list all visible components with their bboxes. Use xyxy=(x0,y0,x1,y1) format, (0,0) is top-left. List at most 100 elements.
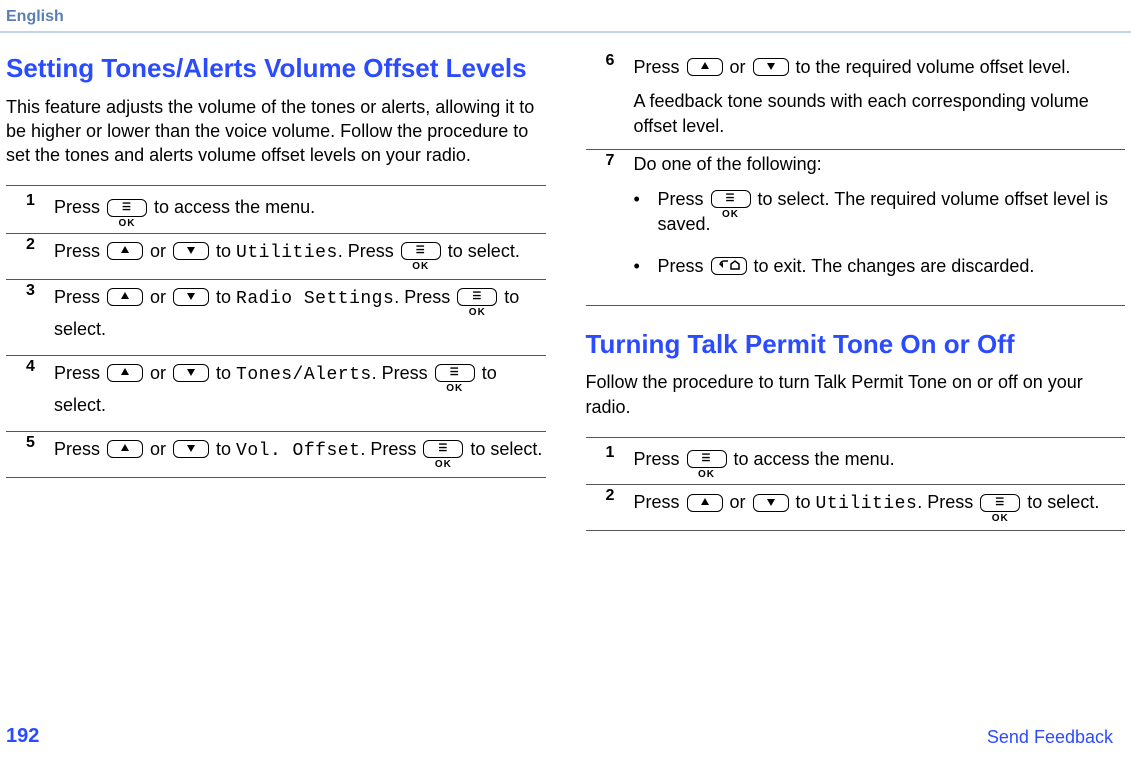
step-number: 4 xyxy=(26,358,54,421)
menu-ok-icon xyxy=(423,440,463,458)
text: Press xyxy=(634,492,685,512)
menu-ok-icon xyxy=(980,494,1020,512)
step-content: Press or to Vol. Offset. Press to select… xyxy=(54,434,546,467)
right-column: 6 Press or to the required volume offset… xyxy=(586,52,1126,531)
text: to xyxy=(211,241,236,261)
arrow-down-icon xyxy=(753,494,789,512)
text: to select. xyxy=(1022,492,1099,512)
step-7: 7 Do one of the following: Press to sele… xyxy=(586,150,1126,306)
back-home-icon xyxy=(711,257,747,275)
step-number: 1 xyxy=(26,192,54,223)
section1-steps-cont: 6 Press or to the required volume offset… xyxy=(586,52,1126,306)
text: to xyxy=(791,492,816,512)
section1-title: Setting Tones/Alerts Volume Offset Level… xyxy=(6,52,546,85)
section1-intro: This feature adjusts the volume of the t… xyxy=(6,95,546,168)
text: or xyxy=(145,241,171,261)
text: Do one of the following: xyxy=(634,154,822,174)
arrow-down-icon xyxy=(173,242,209,260)
text: to access the menu. xyxy=(729,449,895,469)
menu-ok-icon xyxy=(457,288,497,306)
text: to select. xyxy=(443,241,520,261)
step-content: Press or to Radio Settings. Press to sel… xyxy=(54,282,546,345)
arrow-down-icon xyxy=(173,364,209,382)
text: . Press xyxy=(338,241,399,261)
arrow-down-icon xyxy=(173,440,209,458)
step-number: 2 xyxy=(606,487,634,520)
arrow-down-icon xyxy=(753,58,789,76)
step-content: Press or to the required volume offset l… xyxy=(634,52,1126,139)
arrow-up-icon xyxy=(107,242,143,260)
step-number: 3 xyxy=(26,282,54,345)
text: Press xyxy=(634,57,685,77)
step-number: 5 xyxy=(26,434,54,467)
step-1: 1 Press to access the menu. xyxy=(586,437,1126,486)
text: Press xyxy=(54,439,105,459)
step-3: 3 Press or to Radio Settings. Press to s… xyxy=(6,280,546,356)
menu-label: Vol. Offset xyxy=(236,441,360,461)
step-content: Press to access the menu. xyxy=(634,444,1126,475)
page-number: 192 xyxy=(6,725,39,748)
bullet-item: Press to select. The required volume off… xyxy=(634,187,1126,237)
text: or xyxy=(725,492,751,512)
send-feedback-link[interactable]: Send Feedback xyxy=(987,727,1113,748)
step-2: 2 Press or to Utilities. Press to select… xyxy=(6,234,546,280)
text: to xyxy=(211,287,236,307)
section2-title: Turning Talk Permit Tone On or Off xyxy=(586,328,1126,361)
step-content: Press or to Tones/Alerts. Press to selec… xyxy=(54,358,546,421)
text: Press xyxy=(54,241,105,261)
step-number: 6 xyxy=(606,52,634,139)
text: or xyxy=(145,363,171,383)
content-columns: Setting Tones/Alerts Volume Offset Level… xyxy=(6,52,1125,531)
section1-steps: 1 Press to access the menu. 2 Press or t… xyxy=(6,185,546,477)
step-4: 4 Press or to Tones/Alerts. Press to sel… xyxy=(6,356,546,432)
arrow-down-icon xyxy=(173,288,209,306)
menu-ok-icon xyxy=(401,242,441,260)
section2-intro: Follow the procedure to turn Talk Permit… xyxy=(586,370,1126,419)
text: to access the menu. xyxy=(149,197,315,217)
arrow-up-icon xyxy=(107,440,143,458)
step-6: 6 Press or to the required volume offset… xyxy=(586,52,1126,150)
menu-ok-icon xyxy=(711,190,751,208)
arrow-up-icon xyxy=(687,494,723,512)
text: Press xyxy=(54,363,105,383)
menu-ok-icon xyxy=(107,199,147,217)
menu-label: Tones/Alerts xyxy=(236,365,372,385)
arrow-up-icon xyxy=(687,58,723,76)
arrow-up-icon xyxy=(107,288,143,306)
step-note: A feedback tone sounds with each corresp… xyxy=(634,89,1126,139)
arrow-up-icon xyxy=(107,364,143,382)
text: to xyxy=(211,363,236,383)
section2-steps: 1 Press to access the menu. 2 Press or t… xyxy=(586,437,1126,531)
step-number: 7 xyxy=(606,152,634,295)
text: to the required volume offset level. xyxy=(791,57,1071,77)
step-content: Press to access the menu. xyxy=(54,192,546,223)
menu-label: Utilities xyxy=(816,494,918,514)
text: Press xyxy=(634,449,685,469)
step-2: 2 Press or to Utilities. Press to select… xyxy=(586,485,1126,531)
step-number: 2 xyxy=(26,236,54,269)
text: to exit. The changes are discarded. xyxy=(749,256,1035,276)
step-content: Press or to Utilities. Press to select. xyxy=(54,236,546,269)
text: to xyxy=(211,439,236,459)
step-bullets: Press to select. The required volume off… xyxy=(634,187,1126,279)
step-5: 5 Press or to Vol. Offset. Press to sele… xyxy=(6,432,546,478)
text: . Press xyxy=(360,439,421,459)
bullet-item: Press to exit. The changes are discarded… xyxy=(634,254,1126,279)
text: Press xyxy=(54,197,105,217)
step-number: 1 xyxy=(606,444,634,475)
step-1: 1 Press to access the menu. xyxy=(6,185,546,234)
text: Press xyxy=(54,287,105,307)
menu-ok-icon xyxy=(687,450,727,468)
text: or xyxy=(145,439,171,459)
step-content: Press or to Utilities. Press to select. xyxy=(634,487,1126,520)
text: . Press xyxy=(394,287,455,307)
menu-label: Utilities xyxy=(236,243,338,263)
text: or xyxy=(145,287,171,307)
header-language: English xyxy=(6,8,64,26)
left-column: Setting Tones/Alerts Volume Offset Level… xyxy=(6,52,546,531)
header-divider xyxy=(0,31,1131,33)
text: . Press xyxy=(372,363,433,383)
text: Press xyxy=(658,256,709,276)
text: or xyxy=(725,57,751,77)
menu-ok-icon xyxy=(435,364,475,382)
